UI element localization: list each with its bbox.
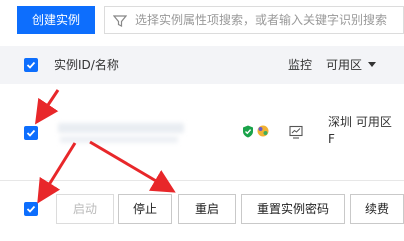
header-zone[interactable]: 可用区	[326, 46, 362, 84]
instance-name-redacted	[60, 136, 178, 143]
select-all-checkbox[interactable]	[24, 58, 38, 72]
filter-icon	[113, 15, 127, 27]
monitor-chart-icon[interactable]	[289, 125, 303, 139]
search-placeholder: 选择实例属性项搜索，或者输入关键字识别搜索	[135, 13, 388, 27]
search-input[interactable]: 选择实例属性项搜索，或者输入关键字识别搜索	[104, 6, 404, 34]
table-header: 实例ID/名称 监控 可用区	[0, 46, 404, 84]
stop-button[interactable]: 停止	[118, 194, 172, 224]
reset-password-button[interactable]: 重置实例密码	[241, 194, 345, 224]
restart-button[interactable]: 重启	[178, 194, 236, 224]
header-monitor: 监控	[288, 58, 313, 72]
batch-action-bar: 启动 停止 重启 重置实例密码 续费	[0, 192, 404, 241]
zone-value: 深圳 可用区F	[328, 115, 392, 146]
toolbar: 创建实例 选择实例属性项搜索，或者输入关键字识别搜索	[0, 0, 404, 42]
header-instance-id-name: 实例ID/名称	[54, 58, 119, 72]
sort-down-icon[interactable]	[368, 62, 376, 68]
row-checkbox[interactable]	[24, 126, 38, 140]
start-button[interactable]: 启动	[56, 194, 114, 224]
security-shield-icon[interactable]	[242, 125, 254, 138]
table-row[interactable]: 深圳 可用区F	[0, 84, 404, 181]
instance-id-redacted	[58, 123, 184, 133]
create-instance-button[interactable]: 创建实例	[17, 6, 95, 34]
batch-select-checkbox[interactable]	[24, 202, 38, 216]
renew-button[interactable]: 续费	[350, 194, 404, 224]
agent-status-icon[interactable]	[256, 124, 270, 138]
